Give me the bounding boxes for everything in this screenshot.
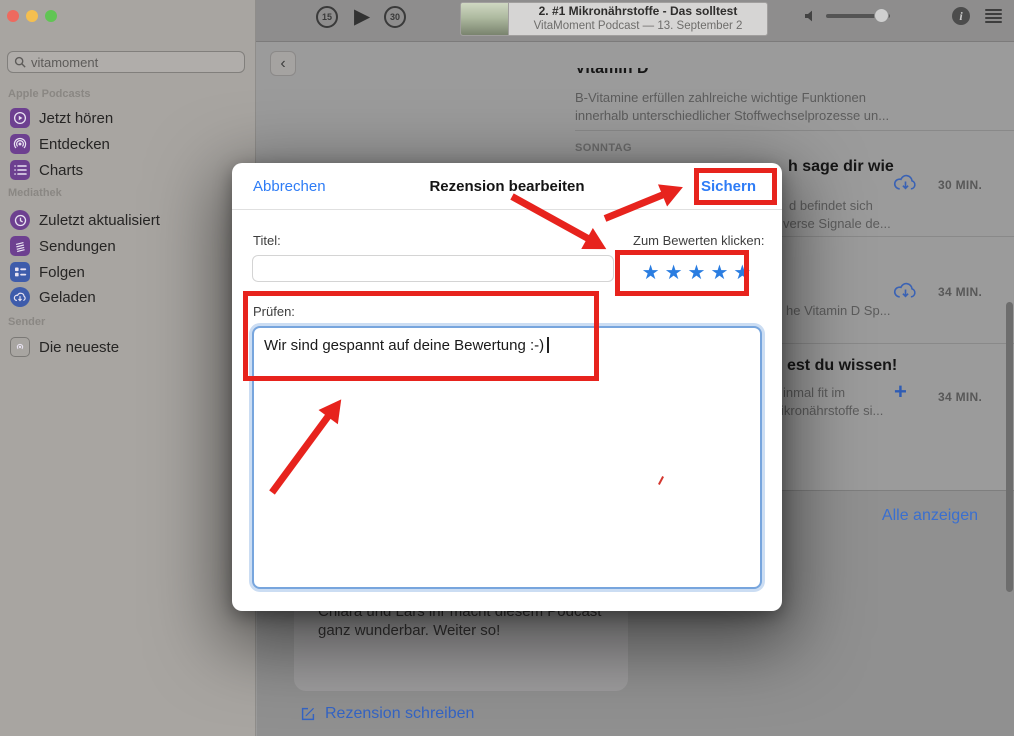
episode-description-fragment: verse Signale de... [783, 216, 891, 231]
back-button[interactable]: ‹ [270, 51, 296, 76]
minimize-window-button[interactable] [26, 10, 38, 22]
sidebar-item-charts[interactable]: Charts [10, 157, 246, 183]
sidebar-item-label: Zuletzt aktualisiert [39, 212, 160, 229]
sidebar-item-zuletzt-aktualisiert[interactable]: Zuletzt aktualisiert [10, 207, 246, 233]
podcast-station-icon [10, 337, 30, 357]
annotation-box-save-button [694, 168, 777, 205]
play-icon: ▶ [354, 5, 370, 28]
search-input[interactable]: vitamoment [7, 51, 245, 73]
playback-toolbar: 15 ▶ 30 2. #1 Mikronährstoffe - Das soll… [256, 0, 1014, 42]
episode-title-clipped: Vitamin D [575, 68, 649, 80]
skip-forward-30-button[interactable]: 30 [384, 6, 406, 28]
edit-review-dialog: Abbrechen Rezension bearbeiten Sichern T… [232, 163, 782, 611]
sidebar-item-label: Sendungen [39, 238, 116, 255]
skip-forward-label: 30 [390, 12, 400, 22]
queue-list-button[interactable] [985, 9, 1002, 23]
sidebar-item-folgen[interactable]: Folgen [10, 259, 246, 285]
now-playing-widget[interactable]: 2. #1 Mikronährstoffe - Das solltest Vit… [460, 2, 768, 36]
play-circle-icon [10, 108, 30, 128]
sidebar-item-die-neueste[interactable]: Die neueste [10, 334, 246, 360]
sidebar-item-geladen[interactable]: Geladen [10, 284, 246, 310]
add-episode-button[interactable]: + [894, 381, 907, 403]
sidebar-item-label: Entdecken [39, 136, 110, 153]
episode-duration: 30 MIN. [938, 178, 982, 192]
sidebar-section-sender: Sender [8, 316, 45, 328]
write-review-link[interactable]: Rezension schreiben [299, 705, 474, 723]
row-divider [575, 130, 1014, 131]
play-button[interactable]: ▶ [354, 6, 370, 28]
search-icon [14, 56, 26, 68]
download-episode-icon[interactable] [893, 172, 918, 194]
volume-slider-knob[interactable] [874, 8, 889, 23]
episode-duration: 34 MIN. [938, 390, 982, 404]
chart-list-icon [10, 160, 30, 180]
sidebar: vitamoment Apple Podcasts Jetzt hören En… [0, 0, 256, 736]
compose-icon [299, 705, 317, 723]
episode-description-line: B-Vitamine erfüllen zahlreiche wichtige … [575, 90, 866, 105]
sidebar-section-apple-podcasts: Apple Podcasts [8, 88, 91, 100]
episode-description-line: innerhalb unterschiedlicher Stoffwechsel… [575, 108, 889, 123]
chevron-left-icon: ‹ [280, 56, 285, 72]
podcasts-app-window: vitamoment Apple Podcasts Jetzt hören En… [0, 0, 1014, 736]
now-playing-title: 2. #1 Mikronährstoffe - Das solltest [539, 4, 738, 19]
grid-list-icon [10, 262, 30, 282]
now-playing-subtitle: VitaMoment Podcast — 13. September 2 [534, 19, 743, 33]
show-all-link[interactable]: Alle anzeigen [882, 507, 978, 525]
skip-back-label: 15 [322, 12, 332, 22]
annotation-box-review-field [243, 291, 599, 381]
rating-label: Zum Bewerten klicken: [633, 233, 765, 248]
scrollbar-thumb[interactable] [1006, 302, 1013, 592]
episode-title-fragment: h sage dir wie [788, 158, 894, 176]
episode-duration: 34 MIN. [938, 285, 982, 299]
sidebar-item-label: Folgen [39, 264, 85, 281]
cloud-download-icon [10, 287, 30, 307]
episode-description-fragment: d befindet sich [789, 198, 873, 213]
sidebar-item-label: Geladen [39, 289, 96, 306]
clock-icon [10, 210, 30, 230]
episode-description-fragment: inmal fit im [783, 385, 845, 400]
download-episode-icon[interactable] [893, 280, 918, 302]
now-playing-artwork [461, 3, 509, 35]
sidebar-item-entdecken[interactable]: Entdecken [10, 131, 246, 157]
review-card-text-line: ganz wunderbar. Weiter so! [318, 622, 500, 639]
sidebar-item-jetzt-hoeren[interactable]: Jetzt hören [10, 105, 246, 131]
search-value: vitamoment [31, 55, 98, 70]
annotation-box-stars [615, 250, 749, 296]
episode-description-fragment: he Vitamin D Sp... [786, 303, 891, 318]
stacked-pages-icon [10, 236, 30, 256]
sidebar-item-label: Die neueste [39, 339, 119, 356]
episode-title-fragment: est du wissen! [787, 357, 897, 375]
sidebar-item-sendungen[interactable]: Sendungen [10, 233, 246, 259]
info-button[interactable]: i [952, 7, 970, 25]
close-window-button[interactable] [7, 10, 19, 22]
podcast-antenna-icon [10, 134, 30, 154]
zoom-window-button[interactable] [45, 10, 57, 22]
write-review-label: Rezension schreiben [325, 705, 474, 723]
volume-icon [804, 8, 820, 24]
episode-description-fragment: ikronährstoffe si... [781, 403, 883, 418]
sidebar-item-label: Charts [39, 162, 83, 179]
sidebar-item-label: Jetzt hören [39, 110, 113, 127]
episode-day-label: SONNTAG [575, 142, 632, 154]
title-field-label: Titel: [253, 233, 281, 248]
skip-back-15-button[interactable]: 15 [316, 6, 338, 28]
sidebar-section-mediathek: Mediathek [8, 187, 62, 199]
review-title-input[interactable] [252, 255, 614, 282]
